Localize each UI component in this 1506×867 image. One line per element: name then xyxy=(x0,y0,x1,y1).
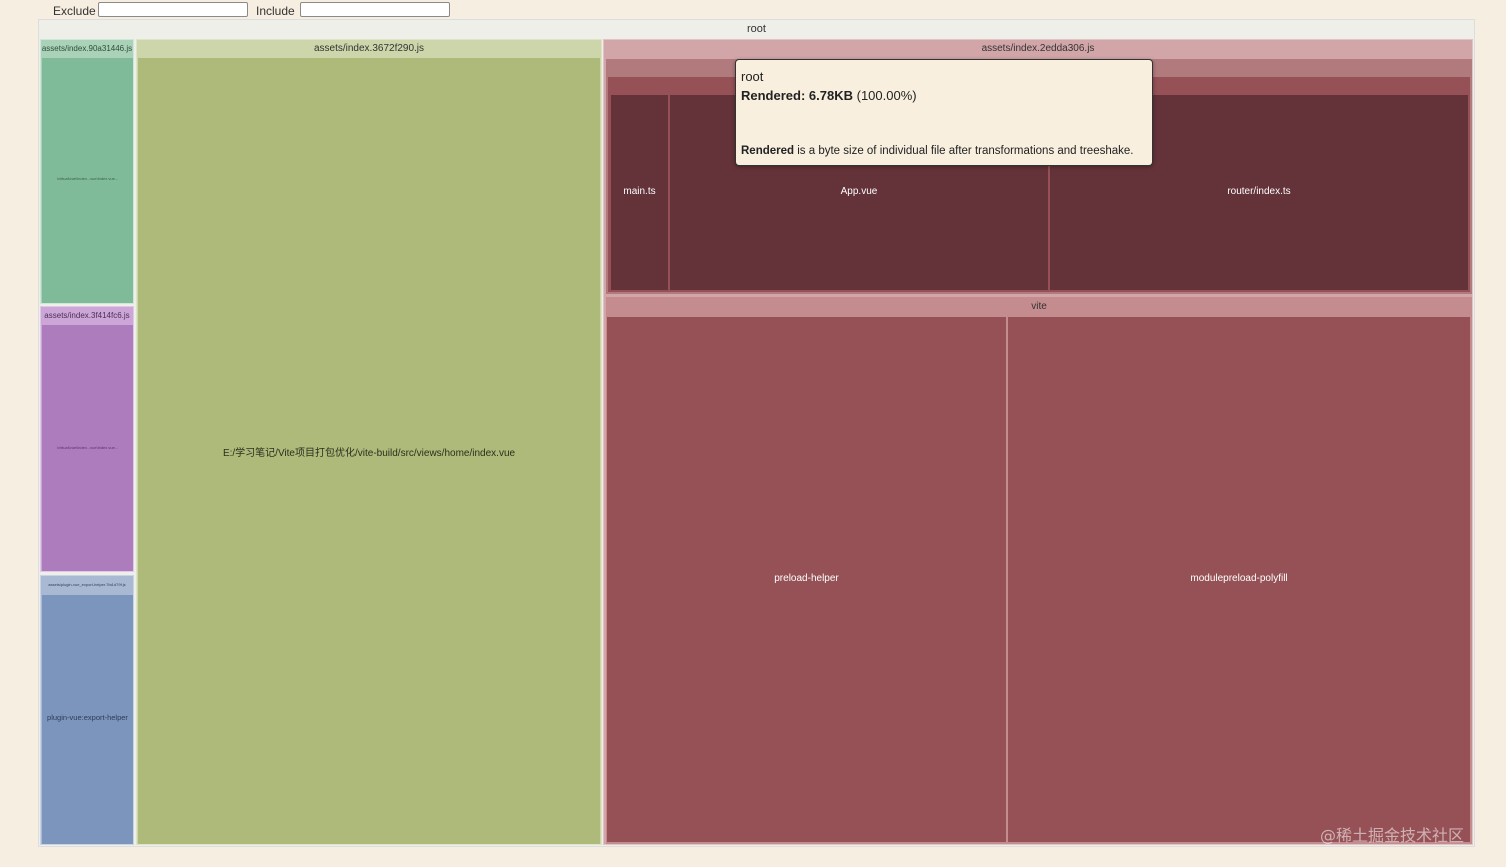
bundle-green[interactable]: assets/index.90a31446.js \virtual\vue\in… xyxy=(40,39,134,304)
vite-group-label: vite xyxy=(1031,301,1047,312)
watermark: @稀土掘金技术社区 xyxy=(1320,826,1465,845)
bundle-purple-label: assets/index.3f414fc6.js xyxy=(44,311,130,320)
tooltip-note: Rendered is a byte size of individual fi… xyxy=(741,145,1133,157)
bundle-blue-label: assets/plugin-vue_export-helper.7fa1d79f… xyxy=(48,582,126,587)
tooltip-rendered-line: Rendered: 6.78KB (100.00%) xyxy=(741,88,1147,103)
bundle-red-label: assets/index.2edda306.js xyxy=(981,43,1095,54)
include-label: Include xyxy=(256,4,295,18)
bundle-green-label: assets/index.90a31446.js xyxy=(41,44,133,53)
tooltip-note-text: is a byte size of individual file after … xyxy=(794,145,1134,157)
tooltip-rendered-percent: (100.00%) xyxy=(856,88,917,103)
module-green-label: \virtual\vue\index...vue\index.vue... xyxy=(56,176,119,181)
module-main-ts[interactable]: main.ts xyxy=(611,95,668,290)
bundle-olive-label: assets/index.3672f290.js xyxy=(313,43,425,54)
module-main-ts-label: main.ts xyxy=(623,186,656,197)
module-green[interactable]: \virtual\vue\index...vue\index.vue... xyxy=(42,58,133,303)
bundle-olive[interactable]: assets/index.3672f290.js E:/学习笔记/Vite项目打… xyxy=(136,39,602,845)
module-blue-label: plugin-vue:export-helper xyxy=(47,713,128,722)
exclude-label: Exclude xyxy=(53,4,96,18)
vite-group[interactable]: vite preload-helper modulepreload-polyfi… xyxy=(606,297,1472,844)
tooltip-title: root xyxy=(741,69,764,84)
bundle-blue[interactable]: assets/plugin-vue_export-helper.7fa1d79f… xyxy=(40,575,134,845)
module-blue[interactable]: plugin-vue:export-helper xyxy=(42,595,133,844)
module-app-vue-label: App.vue xyxy=(840,186,878,197)
hover-tooltip: root Rendered: 6.78KB (100.00%) Rendered… xyxy=(735,59,1153,166)
module-preload-helper-label: preload-helper xyxy=(774,573,839,584)
bundle-purple[interactable]: assets/index.3f414fc6.js \virtual\vue\in… xyxy=(40,306,134,572)
filter-bar: Exclude Include xyxy=(0,0,1506,20)
include-input[interactable] xyxy=(300,2,450,17)
module-modulepreload-polyfill[interactable]: modulepreload-polyfill xyxy=(1008,317,1470,842)
module-preload-helper[interactable]: preload-helper xyxy=(607,317,1006,842)
module-purple[interactable]: \virtual\vue\index...vue\index.vue... xyxy=(42,325,133,571)
tooltip-rendered-label: Rendered: xyxy=(741,88,806,103)
module-olive[interactable]: E:/学习笔记/Vite项目打包优化/vite-build/src/views/… xyxy=(138,58,600,844)
exclude-input[interactable] xyxy=(98,2,248,17)
tooltip-rendered-value: 6.78KB xyxy=(808,88,853,103)
module-modulepreload-polyfill-label: modulepreload-polyfill xyxy=(1190,573,1288,584)
module-olive-label: E:/学习笔记/Vite项目打包优化/vite-build/src/views/… xyxy=(222,448,516,459)
tooltip-note-bold: Rendered xyxy=(741,145,795,157)
module-purple-label: \virtual\vue\index...vue\index.vue... xyxy=(56,445,119,450)
module-router-index-label: router/index.ts xyxy=(1227,186,1291,197)
root-label: root xyxy=(747,23,766,35)
